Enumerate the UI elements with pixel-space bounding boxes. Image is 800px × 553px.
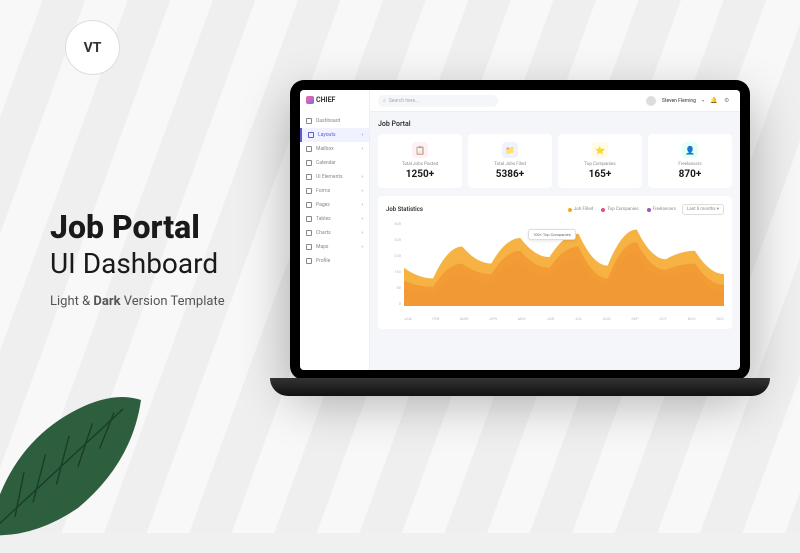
- chevron-right-icon: ›: [361, 146, 363, 152]
- nav-list: DashboardLayouts›Mailbox›CalendarUI Elem…: [300, 110, 369, 370]
- stat-value: 1250+: [382, 169, 458, 180]
- sidebar-item-maps[interactable]: Maps›: [300, 240, 369, 254]
- stat-icon: 📋: [412, 142, 428, 158]
- brand-logo[interactable]: CHIEF: [300, 90, 369, 110]
- stat-icon: 📁: [502, 142, 518, 158]
- sidebar-item-forms[interactable]: Forms›: [300, 184, 369, 198]
- user-name[interactable]: Steven Fleming: [662, 98, 696, 104]
- chevron-right-icon: ›: [361, 202, 363, 208]
- stat-card: 📋 Total Jobs Posted 1250+: [378, 134, 462, 188]
- stat-label: Top Companies: [562, 162, 638, 167]
- chevron-right-icon: ›: [361, 174, 363, 180]
- chevron-right-icon: ›: [361, 188, 363, 194]
- chevron-down-icon[interactable]: ▾: [702, 98, 704, 103]
- stat-value: 870+: [652, 169, 728, 180]
- x-axis: JANFEBMARAPRMAYJUNJULAUGSEPOCTNOVDEC: [404, 316, 724, 321]
- sidebar: CHIEF DashboardLayouts›Mailbox›CalendarU…: [300, 90, 370, 370]
- promo-block: Job Portal UI Dashboard Light & Dark Ver…: [50, 210, 225, 309]
- legend-dot: [647, 208, 651, 212]
- stat-label: Freelancers: [652, 162, 728, 167]
- bell-icon[interactable]: 🔔: [710, 97, 718, 105]
- y-axis: 400320240160800: [386, 221, 404, 306]
- legend-item[interactable]: Top Companies: [601, 207, 638, 212]
- sidebar-item-mailbox[interactable]: Mailbox›: [300, 142, 369, 156]
- chart-title: Job Statistics: [386, 206, 423, 213]
- chevron-right-icon: ›: [361, 216, 363, 222]
- legend-dot: [568, 208, 572, 212]
- nav-icon: [306, 258, 312, 264]
- promo-title: Job Portal: [50, 210, 225, 245]
- laptop-mockup: CHIEF DashboardLayouts›Mailbox›CalendarU…: [270, 80, 770, 420]
- sidebar-item-ui-elements[interactable]: UI Elements›: [300, 170, 369, 184]
- stat-card: 👤 Freelancers 870+: [648, 134, 732, 188]
- legend-item[interactable]: Freelancers: [647, 207, 676, 212]
- stat-card: 📁 Total Jobs Filed 5386+: [468, 134, 552, 188]
- nav-icon: [306, 244, 312, 250]
- stat-label: Total Jobs Filed: [472, 162, 548, 167]
- nav-icon: [306, 160, 312, 166]
- nav-icon: [306, 174, 312, 180]
- promo-subtitle: UI Dashboard: [50, 247, 225, 280]
- app-screen: CHIEF DashboardLayouts›Mailbox›CalendarU…: [300, 90, 740, 370]
- stat-card: ⭐ Top Companies 165+: [558, 134, 642, 188]
- nav-icon: [306, 188, 312, 194]
- nav-icon: [306, 216, 312, 222]
- nav-icon: [306, 230, 312, 236]
- sidebar-item-tables[interactable]: Tables›: [300, 212, 369, 226]
- chevron-right-icon: ›: [361, 230, 363, 236]
- stat-icon: 👤: [682, 142, 698, 158]
- nav-icon: [306, 118, 312, 124]
- search-placeholder: Search here...: [389, 98, 419, 104]
- promo-tagline: Light & Dark Version Template: [50, 294, 225, 309]
- sidebar-item-calendar[interactable]: Calendar: [300, 156, 369, 170]
- stat-label: Total Jobs Posted: [382, 162, 458, 167]
- stat-value: 5386+: [472, 169, 548, 180]
- page-title: Job Portal: [378, 120, 732, 128]
- legend-item[interactable]: Job Filled: [568, 207, 593, 212]
- nav-icon: [308, 132, 314, 138]
- stat-cards: 📋 Total Jobs Posted 1250+ 📁 Total Jobs Filed…: [378, 134, 732, 188]
- sidebar-item-dashboard[interactable]: Dashboard: [300, 114, 369, 128]
- stat-value: 165+: [562, 169, 638, 180]
- search-icon: ⌕: [383, 98, 386, 104]
- nav-icon: [306, 146, 312, 152]
- stat-icon: ⭐: [592, 142, 608, 158]
- designer-badge: VT: [65, 20, 120, 75]
- sidebar-item-profile[interactable]: Profile: [300, 254, 369, 268]
- chart-body: 400320240160800 100+ Top Companies JANFE…: [386, 221, 724, 321]
- avatar[interactable]: [646, 96, 656, 106]
- legend-dot: [601, 208, 605, 212]
- chevron-right-icon: ›: [361, 132, 363, 138]
- logo-icon: [306, 96, 314, 104]
- chevron-right-icon: ›: [361, 244, 363, 250]
- period-selector[interactable]: Last 6 months ▾: [682, 204, 724, 215]
- chart-legend: Job Filled Top Companies Freelancers: [568, 207, 676, 212]
- badge-text: VT: [84, 40, 102, 56]
- leaf-decor: [0, 373, 150, 553]
- sidebar-item-charts[interactable]: Charts›: [300, 226, 369, 240]
- chart-card: Job Statistics Job Filled Top Companies Fr…: [378, 196, 732, 329]
- brand-text: CHIEF: [316, 96, 335, 104]
- settings-icon[interactable]: ⚙: [724, 97, 732, 105]
- nav-icon: [306, 202, 312, 208]
- search-input[interactable]: ⌕ Search here...: [378, 95, 498, 107]
- chart-tooltip: 100+ Top Companies: [528, 229, 576, 240]
- sidebar-item-pages[interactable]: Pages›: [300, 198, 369, 212]
- topbar: ⌕ Search here... Steven Fleming ▾ 🔔 ⚙: [370, 90, 740, 112]
- sidebar-item-layouts[interactable]: Layouts›: [300, 128, 369, 142]
